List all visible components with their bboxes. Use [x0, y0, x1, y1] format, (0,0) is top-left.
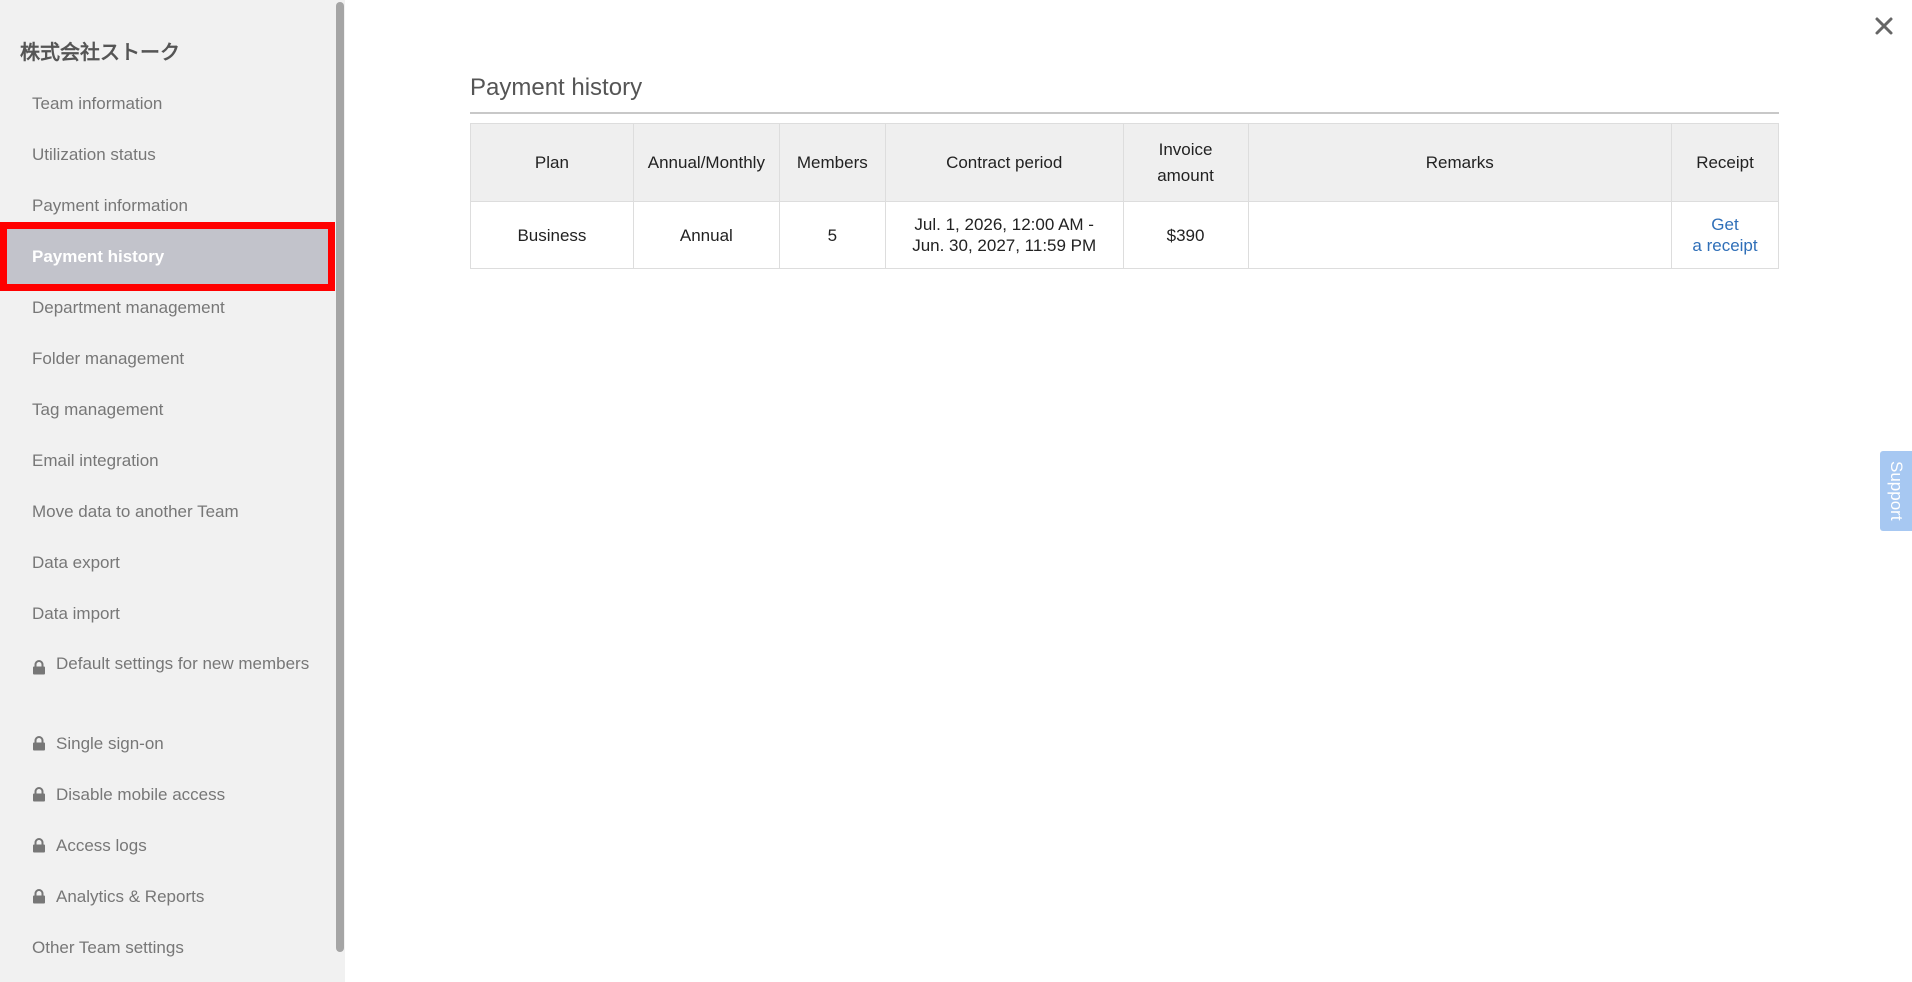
team-name: 株式会社ストーク	[20, 40, 180, 64]
cell-plan: Business	[470, 201, 634, 269]
lock-icon	[33, 889, 45, 904]
sidebar-item-utilization-status[interactable]: Utilization status	[0, 129, 335, 180]
sidebar-item-data-import[interactable]: Data import	[0, 588, 335, 639]
lock-icon	[33, 659, 45, 675]
cell-members: 5	[778, 201, 886, 269]
sidebar-item-label: Other Team settings	[32, 937, 184, 957]
sidebar-item-label: Payment history	[32, 246, 165, 266]
sidebar-item-other-team-settings[interactable]: Other Team settings	[0, 922, 335, 973]
cell-receipt: Get a receipt	[1671, 201, 1779, 269]
title-divider	[470, 112, 1779, 114]
sidebar-scrollbar[interactable]	[335, 0, 345, 982]
sidebar-item-folder-management[interactable]: Folder management	[0, 333, 335, 384]
sidebar-item-department-management[interactable]: Department management	[0, 282, 335, 333]
lock-icon	[33, 787, 45, 802]
sidebar-item-label: Data export	[32, 552, 120, 572]
sidebar-item-label: Move data to another Team	[32, 501, 239, 521]
sidebar-item-label: Email integration	[32, 450, 159, 470]
sidebar-item-analytics-reports[interactable]: Analytics & Reports	[0, 871, 335, 922]
column-header-members: Members	[778, 123, 886, 202]
sidebar-item-team-information[interactable]: Team information	[0, 78, 335, 129]
sidebar-item-email-integration[interactable]: Email integration	[0, 435, 335, 486]
sidebar-item-payment-history[interactable]: Payment history	[0, 222, 335, 291]
sidebar-item-label: Tag management	[32, 399, 164, 419]
sidebar-item-label: Team information	[32, 93, 163, 113]
sidebar-nav: Team information Utilization status Paym…	[0, 78, 335, 973]
sidebar-item-default-settings[interactable]: Default settings for new members	[0, 639, 335, 718]
sidebar-item-label: Access logs	[56, 835, 147, 855]
sidebar-item-label: Data import	[32, 603, 120, 623]
sidebar-item-disable-mobile-access[interactable]: Disable mobile access	[0, 769, 335, 820]
cell-invoice-amount: $390	[1122, 201, 1249, 269]
page-title: Payment history	[470, 74, 643, 101]
sidebar-item-label: Folder management	[32, 348, 185, 368]
table-row: Business Annual 5 Jul. 1, 2026, 12:00 AM…	[470, 201, 1779, 269]
support-tab[interactable]: Support	[1880, 451, 1912, 531]
payment-history-table: Plan Annual/Monthly Members Contract per…	[470, 123, 1779, 269]
app-window: 株式会社ストーク Team information Utilization st…	[0, 0, 1912, 982]
cell-contract-period: Jul. 1, 2026, 12:00 AM - Jun. 30, 2027, …	[884, 201, 1124, 269]
get-receipt-link[interactable]: Get a receipt	[1692, 215, 1757, 255]
sidebar-item-access-logs[interactable]: Access logs	[0, 820, 335, 871]
sidebar-item-move-data[interactable]: Move data to another Team	[0, 486, 335, 537]
column-header-invoice-amount: Invoice amount	[1122, 123, 1249, 202]
close-button[interactable]	[1872, 14, 1896, 38]
sidebar-item-label: Utilization status	[32, 144, 156, 164]
column-header-contract-period: Contract period	[884, 123, 1124, 202]
lock-icon	[33, 736, 45, 751]
sidebar-scroll-thumb[interactable]	[336, 2, 344, 952]
column-header-billing: Annual/Monthly	[632, 123, 780, 202]
payment-history-table-wrap: Plan Annual/Monthly Members Contract per…	[470, 123, 1779, 269]
cell-remarks	[1247, 201, 1673, 269]
sidebar-item-data-export[interactable]: Data export	[0, 537, 335, 588]
table-header-row: Plan Annual/Monthly Members Contract per…	[470, 123, 1779, 202]
support-tab-label: Support	[1887, 461, 1906, 521]
column-header-plan: Plan	[470, 123, 634, 202]
sidebar-item-label: Disable mobile access	[56, 784, 226, 804]
settings-sidebar: 株式会社ストーク Team information Utilization st…	[0, 0, 345, 982]
sidebar-item-label: Single sign-on	[56, 733, 164, 753]
sidebar-item-tag-management[interactable]: Tag management	[0, 384, 335, 435]
sidebar-item-single-sign-on[interactable]: Single sign-on	[0, 718, 335, 769]
sidebar-item-label: Default settings for new members	[32, 651, 309, 677]
cell-billing: Annual	[632, 201, 780, 269]
sidebar-scroll-area: 株式会社ストーク Team information Utilization st…	[0, 0, 335, 982]
sidebar-item-label: Payment information	[32, 195, 188, 215]
column-header-receipt: Receipt	[1671, 123, 1779, 202]
close-icon	[1875, 17, 1893, 35]
column-header-remarks: Remarks	[1247, 123, 1673, 202]
lock-icon	[33, 838, 45, 853]
sidebar-item-label: Analytics & Reports	[56, 886, 205, 906]
sidebar-item-label: Department management	[32, 297, 225, 317]
